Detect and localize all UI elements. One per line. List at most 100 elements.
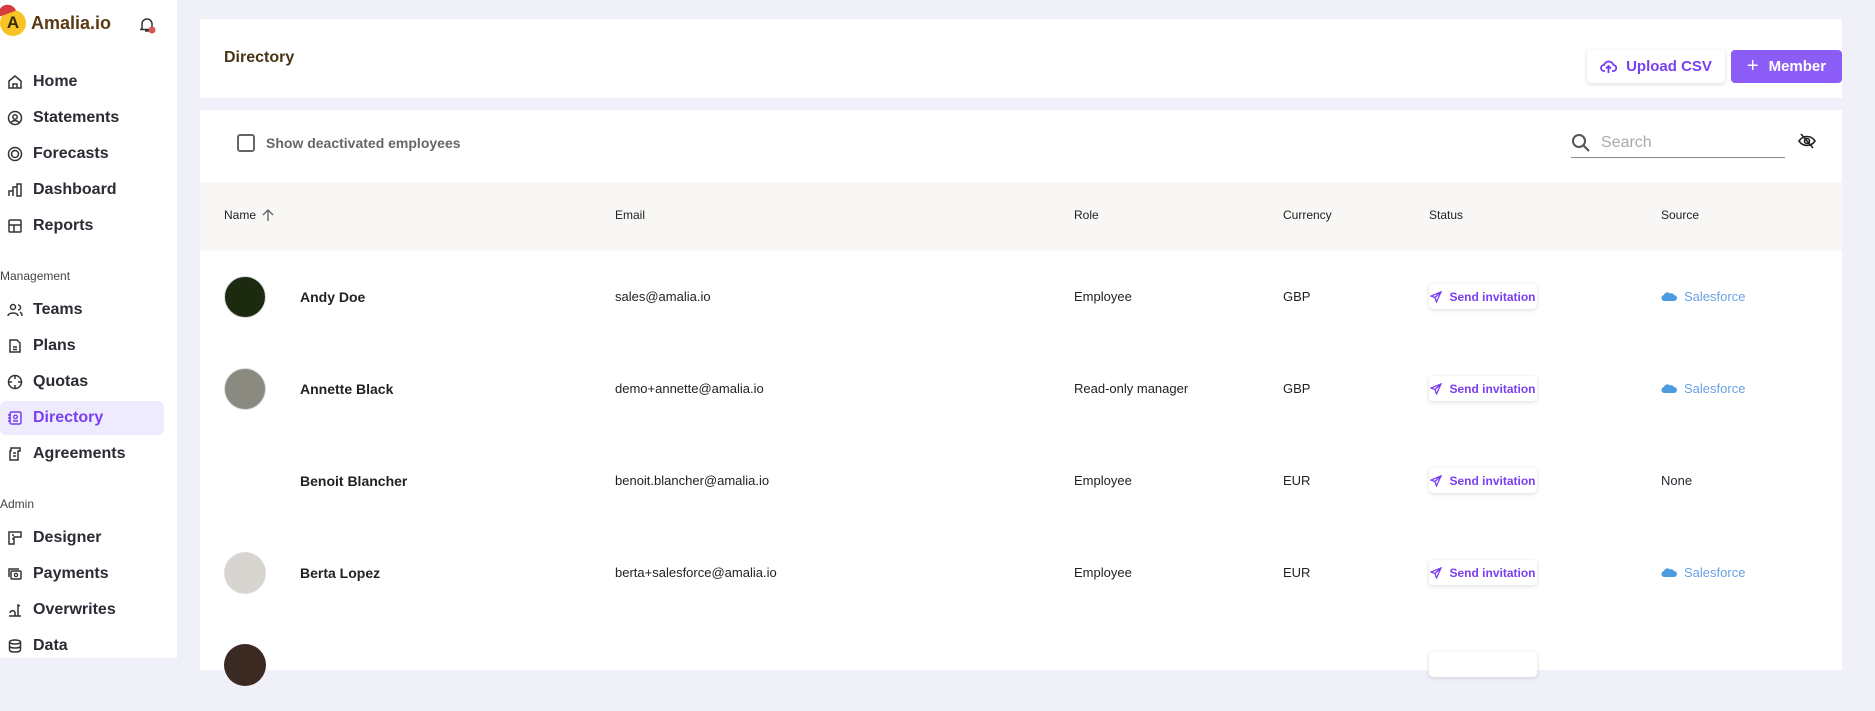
sidebar-item-label: Designer (33, 529, 102, 546)
sidebar-item-label: Overwrites (33, 601, 116, 618)
sidebar-item-teams[interactable]: Teams (0, 293, 164, 327)
email-cell: berta+salesforce@amalia.io (615, 565, 777, 580)
column-header-currency[interactable]: Currency (1283, 208, 1332, 222)
name-cell[interactable]: Annette Black (300, 381, 393, 397)
role-cell: Employee (1074, 289, 1132, 304)
sidebar-item-payments[interactable]: Payments (0, 557, 164, 591)
salesforce-icon (1661, 292, 1677, 302)
payments-icon (8, 568, 22, 580)
sidebar-item-forecasts[interactable]: Forecasts (0, 137, 164, 171)
send-invitation-label: Send invitation (1449, 381, 1536, 396)
sidebar-item-plans[interactable]: Plans (0, 329, 164, 363)
table-row[interactable]: Andy Doe sales@amalia.io Employee GBP Se… (200, 251, 1842, 343)
amalia-logo-icon: A (0, 10, 26, 36)
directory-table-card: Show deactivated employees Search Name E… (200, 110, 1842, 686)
sidebar-item-label: Forecasts (33, 145, 109, 162)
email-cell: benoit.blancher@amalia.io (615, 473, 770, 488)
name-cell[interactable]: Berta Lopez (300, 565, 380, 581)
bar-chart-icon (8, 183, 22, 197)
name-cell[interactable]: Benoit Blancher (300, 473, 407, 489)
send-invitation-button[interactable]: Send invitation (1429, 560, 1537, 585)
sidebar-item-label: Data (33, 637, 68, 654)
eye-off-icon[interactable] (1798, 132, 1816, 150)
sidebar-item-statements[interactable]: Statements (0, 101, 164, 135)
send-invitation-label: Send invitation (1449, 565, 1536, 580)
show-deactivated-toggle[interactable]: Show deactivated employees (237, 134, 461, 152)
table-icon (8, 219, 22, 233)
send-invitation-button[interactable] (1429, 652, 1537, 677)
send-invitation-button[interactable]: Send invitation (1429, 284, 1537, 309)
users-icon (7, 303, 23, 317)
source-label: Salesforce (1684, 565, 1746, 580)
sidebar-item-home[interactable]: Home (0, 65, 164, 99)
avatar (224, 644, 266, 686)
sidebar-item-label: Home (33, 73, 78, 90)
table-header: Name Email Role Currency Status Source (200, 182, 1842, 251)
column-header-name[interactable]: Name (224, 208, 274, 222)
designer-icon (8, 531, 22, 545)
sidebar-item-reports[interactable]: Reports (0, 209, 164, 243)
sort-ascending-icon (262, 208, 274, 221)
sidebar-item-label: Directory (33, 409, 104, 426)
currency-cell: EUR (1283, 565, 1311, 580)
email-cell: demo+annette@amalia.io (615, 381, 764, 396)
source-label: Salesforce (1684, 381, 1746, 396)
add-member-label: Member (1768, 58, 1827, 75)
column-header-source[interactable]: Source (1661, 208, 1699, 222)
forecast-icon (7, 146, 23, 162)
sidebar-item-dashboard[interactable]: Dashboard (0, 173, 164, 207)
source-label: Salesforce (1684, 289, 1746, 304)
database-icon (8, 639, 22, 653)
notification-bell-icon[interactable] (138, 16, 156, 34)
sidebar-item-label: Statements (33, 109, 120, 126)
sidebar-item-label: Agreements (33, 445, 126, 462)
salesforce-icon (1661, 384, 1677, 394)
send-icon (1430, 566, 1443, 579)
salesforce-icon (1661, 568, 1677, 578)
sidebar-item-agreements[interactable]: Agreements (0, 437, 164, 471)
table-row[interactable]: Benoit Blancher benoit.blancher@amalia.i… (200, 435, 1842, 527)
table-row[interactable]: Annette Black demo+annette@amalia.io Rea… (200, 343, 1842, 435)
column-header-email[interactable]: Email (615, 208, 645, 222)
section-management: Management (0, 269, 71, 283)
cloud-upload-icon (1600, 60, 1618, 73)
column-header-status[interactable]: Status (1429, 208, 1463, 222)
send-icon (1430, 474, 1443, 487)
source-cell: Salesforce (1661, 565, 1745, 580)
sidebar-item-label: Dashboard (33, 181, 117, 198)
sidebar-item-label: Quotas (33, 373, 89, 390)
sidebar-item-overwrites[interactable]: Overwrites (0, 593, 164, 627)
sidebar: A Amalia.io Home Statements Forecasts Da… (0, 0, 177, 658)
send-invitation-button[interactable]: Send invitation (1429, 376, 1537, 401)
column-header-role[interactable]: Role (1074, 208, 1099, 222)
upload-csv-label: Upload CSV (1626, 58, 1712, 75)
address-book-icon (8, 411, 22, 425)
source-cell: Salesforce (1661, 381, 1745, 396)
send-invitation-label: Send invitation (1449, 289, 1536, 304)
search-field[interactable]: Search (1571, 128, 1785, 158)
show-deactivated-checkbox[interactable] (237, 134, 255, 152)
table-row[interactable] (200, 619, 1842, 711)
overwrite-icon (9, 603, 21, 617)
table-row[interactable]: Berta Lopez berta+salesforce@amalia.io E… (200, 527, 1842, 619)
source-label: None (1661, 473, 1693, 488)
app-name: Amalia.io (31, 12, 112, 33)
source-cell: Salesforce (1661, 289, 1745, 304)
send-invitation-button[interactable]: Send invitation (1429, 468, 1537, 493)
show-deactivated-label: Show deactivated employees (266, 135, 461, 151)
home-icon (8, 75, 22, 89)
send-icon (1430, 290, 1443, 303)
sidebar-item-quotas[interactable]: Quotas (0, 365, 164, 399)
search-icon (1572, 133, 1590, 152)
name-cell[interactable]: Andy Doe (300, 289, 365, 305)
logo[interactable]: A Amalia.io (0, 10, 111, 36)
user-circle-icon (7, 110, 23, 126)
currency-cell: EUR (1283, 473, 1311, 488)
currency-cell: GBP (1283, 289, 1311, 304)
sidebar-item-directory[interactable]: Directory (0, 401, 164, 435)
add-member-button[interactable]: + Member (1731, 50, 1842, 83)
file-icon (9, 339, 21, 353)
upload-csv-button[interactable]: Upload CSV (1587, 50, 1725, 83)
page-title: Directory (224, 49, 295, 66)
sidebar-item-designer[interactable]: Designer (0, 521, 164, 555)
